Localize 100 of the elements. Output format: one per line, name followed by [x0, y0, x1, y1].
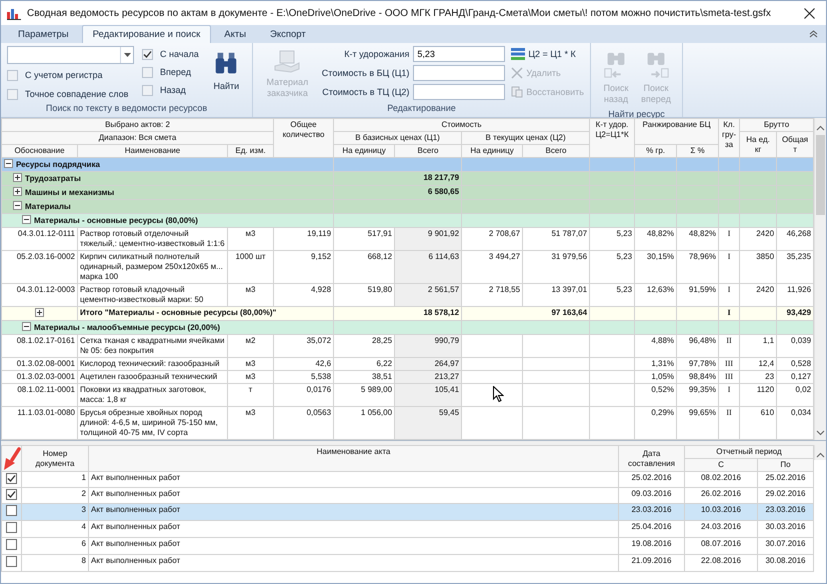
close-icon[interactable] — [804, 8, 814, 18]
collapse-icon[interactable] — [4, 159, 13, 168]
table-cell: 8 — [22, 554, 88, 572]
column-header[interactable]: Ранжирование БЦ — [634, 118, 719, 144]
table-row[interactable]: 1 Акт выполненных работ 25.02.2016 08.02.2016 25.02.2016 — [2, 472, 814, 488]
column-header[interactable]: Наименование — [78, 144, 228, 158]
tab[interactable]: Параметры — [7, 25, 80, 43]
column-header[interactable]: Отчетный период — [684, 446, 814, 458]
column-header[interactable]: В базисных ценах (Ц1) — [334, 132, 462, 144]
column-header[interactable]: Всего — [522, 144, 590, 158]
tab[interactable]: Редактирование и поиск — [82, 25, 212, 43]
input-field[interactable] — [413, 84, 506, 100]
column-header[interactable]: На единицу — [334, 144, 395, 158]
column-header[interactable]: Номер документа — [22, 446, 88, 472]
table-row[interactable]: 4 Акт выполненных работ 25.04.2016 24.03.2016 30.03.2016 — [2, 520, 814, 538]
group-title: Материалы - малообъемные ресурсы (20,00%) — [34, 323, 220, 332]
checkbox-label: Вперед — [160, 67, 191, 77]
checkbox[interactable] — [7, 88, 18, 100]
column-header[interactable]: На ед. кг — [740, 132, 777, 158]
tab[interactable]: Акты — [213, 25, 258, 43]
column-header[interactable]: Σ % — [676, 144, 719, 158]
group-title: Ресурсы подрядчика — [16, 160, 100, 169]
column-header[interactable]: Всего — [394, 144, 462, 158]
bar-chart-icon — [7, 6, 21, 20]
expand-icon[interactable] — [13, 187, 22, 196]
input-field[interactable] — [413, 65, 506, 81]
column-header[interactable]: Общая т — [776, 132, 814, 158]
checkbox[interactable] — [142, 66, 153, 78]
collapse-icon[interactable] — [13, 201, 22, 210]
checkbox[interactable] — [7, 70, 18, 80]
column-header[interactable]: Выбрано актов: 2 — [2, 118, 274, 132]
hand-with-box-icon — [274, 50, 300, 74]
table-cell: 99,65% — [676, 406, 719, 440]
expand-icon[interactable] — [35, 308, 44, 317]
column-header[interactable]: На единицу — [462, 144, 523, 158]
checkbox-label: С начала — [160, 49, 199, 59]
checkbox[interactable] — [6, 489, 17, 500]
table-cell: 9 901,92 — [394, 228, 462, 250]
group-caption: Редактирование — [386, 103, 457, 115]
group-title: Трудозатраты — [25, 174, 81, 183]
column-header[interactable]: Кл. гру-за — [718, 118, 740, 158]
expand-icon[interactable] — [13, 173, 22, 182]
scrollbar[interactable] — [814, 118, 826, 440]
table-cell: 990,79 — [394, 334, 462, 358]
column-header[interactable]: % гр. — [634, 144, 677, 158]
action-button[interactable]: Ц2 = Ц1 * К — [511, 46, 584, 62]
column-header[interactable]: Стоимость — [334, 118, 590, 132]
table-cell: 0,0563 — [274, 406, 334, 440]
table-cell: 11.1.03.01-0080 — [2, 406, 78, 440]
table-cell: 30.08.2016 — [758, 554, 814, 572]
column-header[interactable]: С — [684, 458, 758, 472]
table-row[interactable]: 6 Акт выполненных работ 19.08.2016 08.07.2016 30.07.2016 — [2, 538, 814, 554]
annotation-arrow — [3, 447, 21, 471]
column-header[interactable]: Обоснование — [2, 144, 78, 158]
table-cell: 213,27 — [394, 370, 462, 384]
column-header[interactable]: Общее количество — [274, 118, 334, 158]
checkbox[interactable] — [6, 473, 17, 484]
scroll-up-icon[interactable] — [816, 451, 825, 460]
collapse-icon[interactable] — [22, 322, 31, 331]
table-row[interactable]: 2 Акт выполненных работ 09.03.2016 26.02.2016 29.02.2016 — [2, 488, 814, 504]
table-cell: 6 114,63 — [394, 250, 462, 284]
column-header[interactable]: Наименование акта — [88, 446, 618, 472]
group-title: Машины и механизмы — [25, 188, 114, 197]
input-field[interactable]: 5,23 — [413, 46, 506, 62]
column-header[interactable]: По — [758, 458, 814, 472]
scrollbar[interactable] — [814, 445, 826, 460]
column-header[interactable]: Ед. изм. — [228, 144, 274, 158]
column-header[interactable]: Брутто — [740, 118, 814, 132]
checkbox[interactable] — [142, 48, 153, 60]
scroll-up-icon[interactable] — [816, 124, 826, 133]
find-button[interactable]: Найти — [206, 46, 246, 103]
column-header[interactable]: К-т удор. Ц2=Ц1*К — [590, 118, 635, 158]
table-cell: 610 — [740, 406, 777, 440]
table-cell: 21.09.2016 — [618, 554, 684, 572]
stacked-bars-icon — [511, 48, 526, 60]
collapse-ribbon-icon[interactable] — [809, 29, 818, 38]
scroll-down-icon[interactable] — [816, 428, 826, 437]
checkbox[interactable] — [6, 539, 17, 550]
table-row[interactable]: 8 Акт выполненных работ 21.09.2016 22.08.2016 30.08.2016 — [2, 554, 814, 572]
checkbox[interactable] — [142, 84, 153, 96]
collapse-icon[interactable] — [22, 215, 31, 224]
table-cell: 264,97 — [394, 358, 462, 370]
group-caption: Найти ресурс — [607, 109, 666, 119]
tab[interactable]: Экспорт — [259, 25, 317, 43]
field-label: Стоимость в БЦ (Ц1) — [322, 68, 410, 78]
window-title: Сводная ведомость ресурсов по актам в документе - E:\OneDrive\OneDrive - ООО МГК ГРАНД\Гранд-Смета\Мои сметы\! потом можно почистить\smeta-test.gsfx — [27, 8, 772, 18]
checkbox[interactable] — [6, 556, 17, 567]
checkbox[interactable] — [6, 522, 17, 533]
cursor-icon — [493, 386, 504, 403]
column-header[interactable]: В текущих ценах (Ц2) — [462, 132, 590, 144]
checkbox-label: Точное совпадение слов — [25, 89, 128, 99]
column-header[interactable]: Дата составления — [618, 446, 684, 472]
checkbox[interactable] — [6, 505, 17, 516]
table-row[interactable]: 3 Акт выполненных работ 23.03.2016 10.03.2016 23.03.2016 — [2, 504, 814, 520]
field-label: К-т удорожания — [344, 49, 410, 59]
scrollbar-thumb[interactable] — [816, 135, 826, 215]
column-header[interactable]: Диапазон: Вся смета — [2, 132, 274, 144]
table-cell: Акт выполненных работ — [88, 554, 618, 572]
dropdown-caret-icon[interactable] — [124, 53, 130, 57]
checkbox-label: С учетом регистра — [25, 70, 103, 80]
